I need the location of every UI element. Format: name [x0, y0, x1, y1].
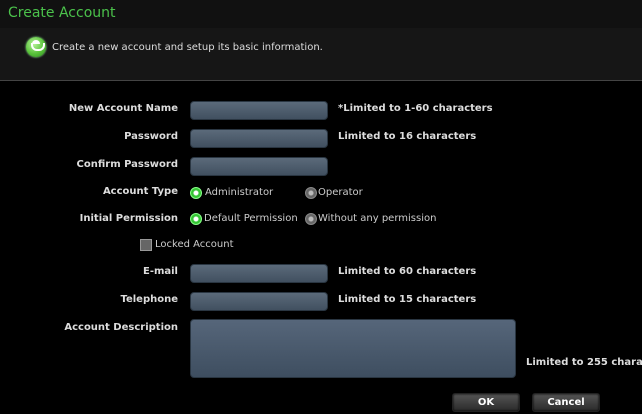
password-field[interactable]: [190, 129, 328, 148]
without-permission-label: Without any permission: [318, 213, 437, 224]
without-permission-radio[interactable]: [305, 213, 317, 225]
locked-account-checkbox[interactable]: [140, 239, 152, 251]
window-title: Create Account: [8, 5, 116, 21]
telephone-field[interactable]: [190, 292, 328, 311]
header-divider: [0, 80, 642, 81]
email-field[interactable]: [190, 264, 328, 283]
description-label: Account Description: [64, 322, 178, 333]
telephone-label: Telephone: [120, 294, 178, 305]
header-description: Create a new account and setup its basic…: [52, 42, 323, 53]
administrator-radio[interactable]: [190, 187, 202, 199]
operator-label: Operator: [318, 187, 363, 198]
email-hint: Limited to 60 characters: [338, 266, 477, 277]
description-hint: Limited to 255 characters: [526, 357, 642, 368]
account-type-label: Account Type: [102, 186, 178, 197]
initial-permission-label: Initial Permission: [79, 213, 178, 224]
account-name-label: New Account Name: [68, 103, 178, 114]
account-name-field[interactable]: [190, 101, 328, 120]
user-add-icon: [26, 37, 46, 57]
default-permission-label: Default Permission: [204, 213, 298, 224]
confirm-password-field[interactable]: [190, 157, 328, 176]
password-label: Password: [124, 131, 178, 142]
ok-button[interactable]: OK: [452, 393, 520, 412]
cancel-button[interactable]: Cancel: [532, 393, 600, 412]
account-name-hint: *Limited to 1-60 characters: [338, 103, 493, 114]
operator-radio[interactable]: [305, 187, 317, 199]
email-label: E-mail: [142, 266, 178, 277]
administrator-label: Administrator: [205, 187, 274, 198]
password-hint: Limited to 16 characters: [338, 131, 477, 142]
header-panel: [0, 28, 642, 80]
locked-account-label: Locked Account: [155, 239, 234, 250]
description-textarea[interactable]: [190, 319, 516, 378]
default-permission-radio[interactable]: [190, 213, 202, 225]
telephone-hint: Limited to 15 characters: [338, 294, 477, 305]
confirm-password-label: Confirm Password: [76, 159, 178, 170]
